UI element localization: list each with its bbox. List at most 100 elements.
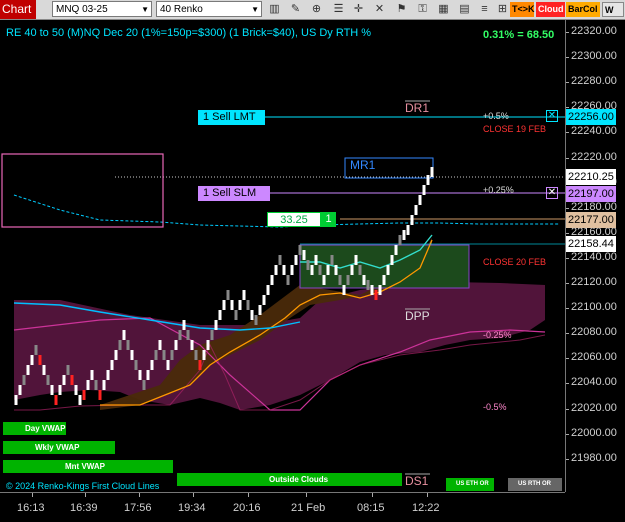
time-tick-mark [139, 493, 140, 497]
wkly-vwap-label: Wkly VWAP [3, 441, 115, 454]
minus-025-label: -0.25% [483, 330, 512, 340]
chart-toolbar: Chart MNQ 03-25 ▼ 40 Renko ▼ ▥ ✎ ⊕ ☰ ✛ ✕… [0, 0, 625, 20]
renko-brick [162, 350, 166, 360]
renko-brick [330, 255, 334, 265]
lock-icon[interactable]: ⚿ [414, 1, 431, 18]
cancel-sell-lmt-icon[interactable]: ✕ [546, 110, 558, 122]
renko-brick [306, 260, 310, 270]
crosshair-icon[interactable]: ✛ [350, 1, 367, 18]
minus-05-label: -0.5% [483, 402, 507, 412]
barcol-button[interactable]: BarCol [566, 2, 600, 17]
tpk-button[interactable]: T<>K [510, 2, 535, 17]
price-axis[interactable]: 22320.00 22300.00 22280.00 22260.00 22240.00… [565, 20, 625, 492]
position-qty: 1 [321, 212, 336, 227]
renko-brick [294, 255, 298, 265]
time-tick-label: 21 Feb [291, 502, 326, 514]
alerts-icon[interactable]: ⚑ [393, 1, 410, 18]
copyright-text: © 2024 Renko-Kings First Cloud Lines [6, 481, 160, 491]
price-tick-mark [566, 333, 569, 335]
renko-brick [430, 167, 434, 177]
price-tick-mark [566, 257, 569, 259]
sell-lmt-order[interactable]: 1 Sell LMT [198, 110, 265, 125]
renko-brick [358, 265, 362, 275]
time-tick-mark [427, 493, 428, 497]
renko-brick [230, 300, 234, 310]
price-tick-label: 22220.00 [571, 150, 617, 163]
renko-brick [114, 350, 118, 360]
time-axis[interactable]: 16:13 16:39 17:56 19:34 20:16 21 Feb 08:15 12:2… [0, 492, 565, 522]
chart-window-title: Chart [0, 0, 36, 19]
renko-brick [342, 285, 346, 295]
price-tick-mark [566, 458, 569, 460]
time-tick-mark [372, 493, 373, 497]
renko-brick [186, 330, 190, 340]
renko-brick [290, 265, 294, 275]
price-tick-label: 22040.00 [571, 376, 617, 389]
close-19-label: CLOSE 19 FEB [483, 124, 547, 134]
price-tick-mark [566, 82, 569, 84]
instrument-selector[interactable]: MNQ 03-25 ▼ [52, 1, 152, 17]
renko-brick [374, 290, 378, 300]
zoom-icon[interactable]: ⊕ [308, 1, 325, 18]
time-tick-label: 17:56 [124, 502, 152, 514]
price-tick-mark [566, 433, 569, 435]
renko-brick [122, 330, 126, 340]
w-button[interactable]: W [602, 2, 624, 17]
restore-icon[interactable]: ▤ [456, 1, 473, 18]
renko-brick [206, 340, 210, 350]
renko-brick [254, 315, 258, 325]
renko-brick [258, 305, 262, 315]
draw-tool-icon[interactable]: ✎ [287, 1, 304, 18]
renko-brick [178, 330, 182, 340]
renko-brick [46, 375, 50, 385]
tile-icon[interactable]: ▦ [435, 1, 452, 18]
renko-brick [170, 350, 174, 360]
price-tick-label: 22140.00 [571, 250, 617, 263]
renko-brick [334, 265, 338, 275]
renko-brick [158, 340, 162, 350]
renko-brick [22, 375, 26, 385]
renko-brick [182, 320, 186, 330]
renko-brick [126, 340, 130, 350]
renko-chart[interactable] [0, 20, 565, 492]
bar-style-icon[interactable]: ▥ [266, 1, 283, 18]
renko-brick [326, 265, 330, 275]
price-tick-mark [566, 207, 569, 209]
day-vwap-label: Day VWAP [3, 422, 66, 435]
renko-brick [42, 365, 46, 375]
renko-brick [118, 340, 122, 350]
position-pnl[interactable]: 33.25 [267, 212, 321, 227]
renko-brick [382, 275, 386, 285]
renko-brick [350, 265, 354, 275]
time-tick-label: 19:34 [178, 502, 206, 514]
renko-brick [50, 385, 54, 395]
strategy-icon[interactable]: ✕ [371, 1, 388, 18]
menu-icon[interactable]: ≡ [476, 1, 493, 18]
renko-brick [238, 300, 242, 310]
renko-brick [226, 290, 230, 300]
renko-brick [26, 365, 30, 375]
renko-brick [82, 390, 86, 400]
cancel-sell-slm-icon[interactable]: ✕ [546, 187, 558, 199]
chevron-down-icon: ▼ [251, 5, 259, 14]
cloud-button[interactable]: Cloud [536, 2, 565, 17]
renko-brick [222, 300, 226, 310]
dr1-label: DR1 [405, 101, 430, 115]
renko-brick [66, 365, 70, 375]
renko-brick [86, 380, 90, 390]
renko-brick [30, 355, 34, 365]
sell-slm-price-tag: 22197.00 [566, 186, 616, 202]
pct-readout: 0.31% = 68.50 [483, 29, 555, 41]
price-tick-label: 22000.00 [571, 426, 617, 439]
properties-icon[interactable]: ☰ [330, 1, 347, 18]
price-tick-mark [566, 383, 569, 385]
outside-clouds-label: Outside Clouds [177, 473, 402, 486]
bar-type-selector[interactable]: 40 Renko ▼ [156, 1, 262, 17]
renko-brick [322, 275, 326, 285]
renko-brick [214, 320, 218, 330]
price-tick-mark [566, 32, 569, 33]
grid-icon[interactable]: ⊞ [494, 1, 511, 18]
sell-slm-order[interactable]: 1 Sell SLM [198, 186, 270, 201]
price-tick-label: 22020.00 [571, 401, 617, 414]
ds1-label: DS1 [405, 474, 429, 488]
